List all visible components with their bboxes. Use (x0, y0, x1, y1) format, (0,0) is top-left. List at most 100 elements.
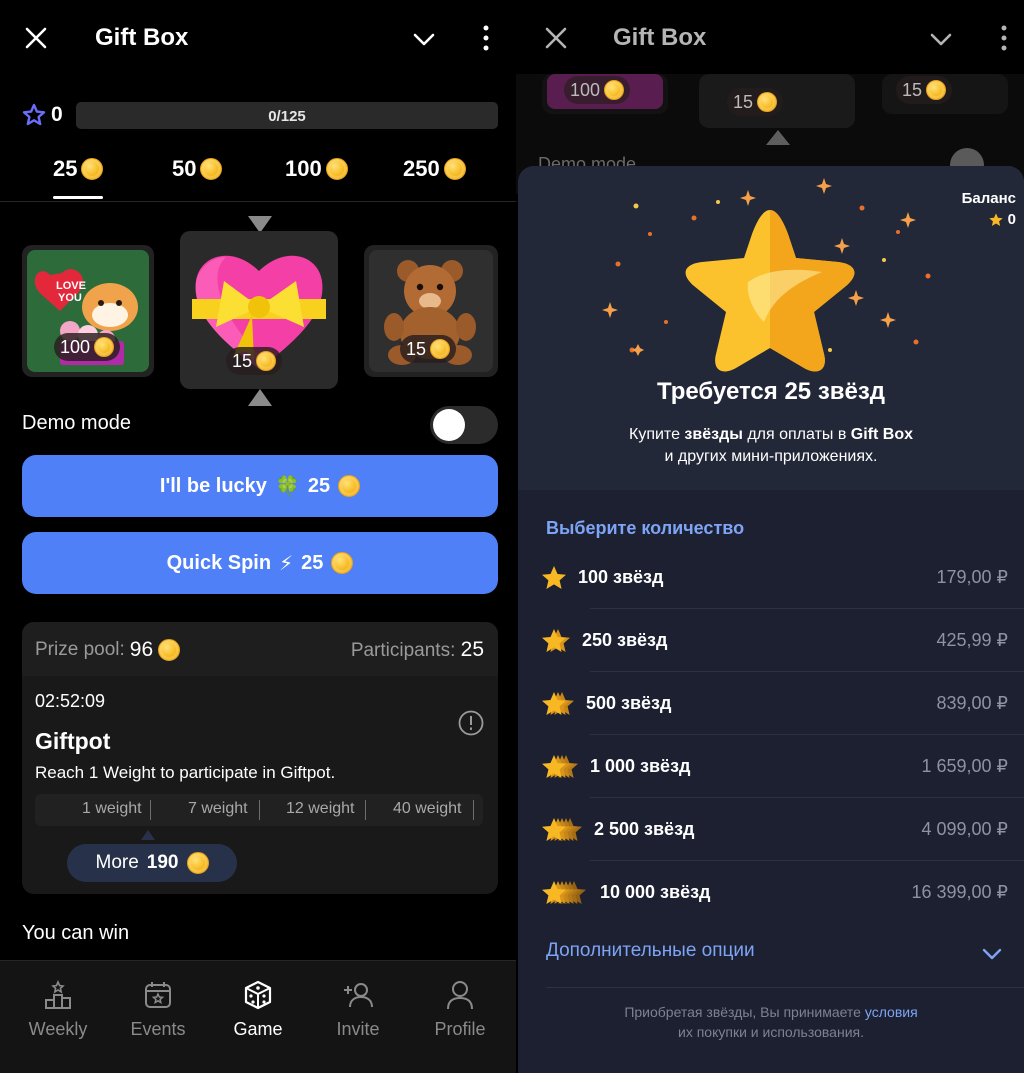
nav-game[interactable]: Game (213, 979, 303, 1040)
weight-scale: 1 weight 7 weight 12 weight 40 weight (35, 794, 483, 826)
svg-text:LOVE: LOVE (56, 280, 86, 292)
tier-tab-250[interactable]: 250 (403, 156, 466, 182)
divider (150, 800, 151, 820)
star-package-row[interactable]: 250 звёзд 425,99 ₽ (540, 609, 1024, 672)
more-menu-icon[interactable] (481, 24, 491, 52)
coin-icon (325, 158, 348, 180)
more-weight-pill[interactable]: More 190 (67, 844, 237, 882)
coin-icon (443, 158, 466, 180)
gift-price-pill: 15 (727, 88, 784, 116)
button-price: 25 (301, 551, 324, 574)
gift-price: 15 (232, 350, 253, 371)
participants: Participants: 25 (351, 638, 484, 662)
star-package-row[interactable]: 10 000 звёзд 16 399,00 ₽ (540, 861, 1008, 924)
tier-tab-50[interactable]: 50 (172, 156, 223, 182)
svg-text:YOU: YOU (58, 292, 82, 304)
package-price: 16 399,00 ₽ (911, 882, 1008, 902)
giftpot-title: Giftpot (35, 728, 111, 754)
gift-price-pill: 15 (400, 335, 457, 363)
nav-label: Events (130, 1019, 186, 1039)
app-title: Gift Box (613, 24, 707, 51)
buy-stars-sheet: Баланс 0 Требуется 25 звёзд Купите звёзд… (518, 166, 1024, 1073)
coin-icon (158, 639, 181, 661)
tier-tab-100[interactable]: 100 (285, 156, 348, 182)
star-stack-icon (542, 629, 570, 652)
coin-icon (256, 351, 277, 371)
demo-mode-toggle[interactable] (430, 406, 498, 444)
pool-header: Prize pool: 96 Participants: 25 (22, 622, 498, 676)
participants-label: Participants: (350, 640, 456, 661)
divider (473, 800, 474, 820)
info-icon[interactable] (458, 710, 484, 736)
nav-label: Profile (434, 1019, 486, 1039)
nav-invite[interactable]: Invite (313, 979, 403, 1040)
participants-value: 25 (460, 638, 484, 661)
gift-card-heart[interactable]: 15 (180, 231, 338, 389)
gift-price: 100 (60, 336, 91, 357)
star-package-row[interactable]: 100 звёзд 179,00 ₽ (540, 546, 1024, 609)
tier-tab-25[interactable]: 25 (53, 156, 104, 199)
package-label: 250 звёзд (582, 630, 668, 650)
star-icon (988, 212, 1003, 226)
chevron-down-icon[interactable] (411, 26, 437, 52)
divider (259, 800, 260, 820)
profile-icon (447, 981, 473, 1010)
star-package-row[interactable]: 1 000 звёзд 1 659,00 ₽ (540, 735, 1024, 798)
gift-price: 100 (570, 79, 601, 100)
tier-value: 250 (403, 156, 440, 181)
coin-icon (81, 158, 104, 180)
prize-pool-value: 96 (129, 638, 154, 661)
giftpot-description: Reach 1 Weight to participate in Giftpot… (35, 763, 336, 782)
balance-value: 0 (1007, 211, 1016, 228)
app-title: Gift Box (95, 24, 189, 51)
coin-icon (331, 552, 354, 574)
events-icon (145, 982, 171, 1008)
bg-gift-card: 15 (699, 74, 855, 128)
giftpot-card: Prize pool: 96 Participants: 25 02:52:09… (22, 622, 498, 894)
star-icon (22, 103, 46, 126)
balance-label: Баланс (961, 190, 1016, 207)
terms-link[interactable]: условия (865, 1004, 918, 1020)
close-icon[interactable] (542, 24, 570, 52)
bet-tier-tabs: 25 50 100 250 (0, 150, 516, 202)
button-label: Quick Spin (166, 551, 272, 574)
giftpot-timer: 02:52:09 (35, 691, 106, 711)
quick-spin-button[interactable]: Quick Spin ⚡ 25 (22, 532, 498, 594)
star-stack-icon (542, 755, 578, 778)
more-menu-icon[interactable] (999, 24, 1009, 52)
nav-weekly[interactable]: Weekly (13, 979, 103, 1040)
description-text: и других мини-приложениях. (664, 448, 878, 465)
nav-events[interactable]: Events (113, 979, 203, 1040)
lightning-icon: ⚡ (279, 552, 294, 575)
description-emphasis: звёзды (684, 426, 743, 443)
ill-be-lucky-button[interactable]: I'll be lucky 🍀 25 (22, 455, 498, 517)
nav-profile[interactable]: Profile (415, 979, 505, 1040)
balance-value-row: 0 (962, 211, 1016, 228)
gift-card-love-you[interactable]: LOVE YOU 100 (22, 245, 154, 377)
more-value: 190 (146, 852, 179, 873)
more-options-link[interactable]: Дополнительные опции (546, 940, 755, 962)
tier-value: 50 (172, 156, 197, 181)
gift-price-pill: 15 (896, 76, 953, 104)
package-label: 100 звёзд (578, 567, 664, 587)
terms-notice: Приобретая звёзды, Вы принимаете условия… (548, 1002, 994, 1042)
gift-card-teddy-bear[interactable]: 15 (364, 245, 498, 377)
demo-mode-label: Demo mode (22, 412, 131, 434)
close-icon[interactable] (22, 24, 50, 52)
divider (546, 987, 1024, 988)
app-header: Gift Box (0, 0, 516, 74)
gift-box-app: Gift Box 0 0/125 25 50 100 250 LOVE YOU … (0, 0, 516, 1073)
coin-icon (430, 339, 451, 359)
nav-label: Invite (336, 1019, 380, 1039)
chevron-down-icon[interactable] (980, 942, 1004, 966)
choose-amount-heading: Выберите количество (546, 518, 745, 538)
button-label: I'll be lucky (159, 474, 267, 497)
package-price: 1 659,00 ₽ (921, 756, 1008, 776)
star-package-row[interactable]: 2 500 звёзд 4 099,00 ₽ (540, 798, 1024, 861)
weekly-icon (45, 979, 71, 1009)
star-package-row[interactable]: 500 звёзд 839,00 ₽ (540, 672, 1024, 735)
package-label: 2 500 звёзд (594, 819, 695, 839)
chevron-down-icon[interactable] (928, 26, 954, 52)
gift-price: 15 (406, 338, 427, 359)
weight-step: 12 weight (286, 800, 355, 817)
